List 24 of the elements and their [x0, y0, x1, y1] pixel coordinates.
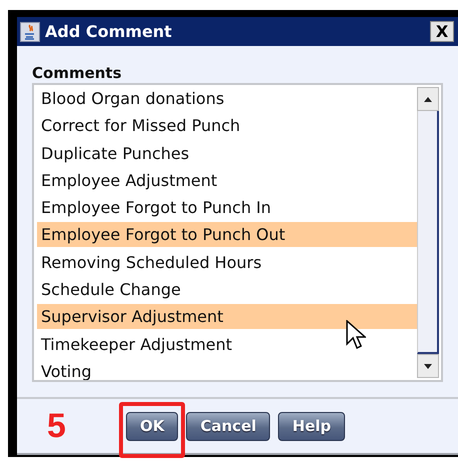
list-item[interactable]: Timekeeper Adjustment [37, 332, 417, 357]
mouse-pointer-icon [346, 320, 366, 350]
list-item[interactable]: Removing Scheduled Hours [37, 250, 417, 275]
list-item[interactable]: Voting [37, 358, 417, 380]
up-arrow-icon [424, 96, 432, 102]
comments-label: Comments [32, 64, 123, 83]
list-item[interactable]: Schedule Change [37, 277, 417, 302]
app-icon [20, 22, 40, 42]
list-item[interactable]: Employee Forgot to Punch In [37, 195, 417, 220]
scroll-down-button[interactable] [417, 354, 439, 378]
window-title: Add Comment [45, 22, 173, 41]
list-item[interactable]: Correct for Missed Punch [37, 113, 417, 138]
close-button[interactable]: X [430, 21, 454, 42]
dialog-button[interactable]: Cancel [186, 412, 270, 440]
step-number: 5 [47, 406, 67, 446]
list-item[interactable]: Blood Organ donations [37, 86, 417, 111]
scroll-up-button[interactable] [417, 87, 439, 111]
list-item[interactable]: Duplicate Punches [37, 140, 417, 166]
dialog-button[interactable]: OK [126, 412, 178, 440]
list-item[interactable]: Employee Adjustment [37, 168, 417, 193]
list-item[interactable]: Supervisor Adjustment [37, 304, 417, 330]
down-arrow-icon [424, 364, 432, 368]
dialog-button[interactable]: Help [278, 412, 345, 440]
list-item[interactable]: Employee Forgot to Punch Out [37, 222, 417, 248]
